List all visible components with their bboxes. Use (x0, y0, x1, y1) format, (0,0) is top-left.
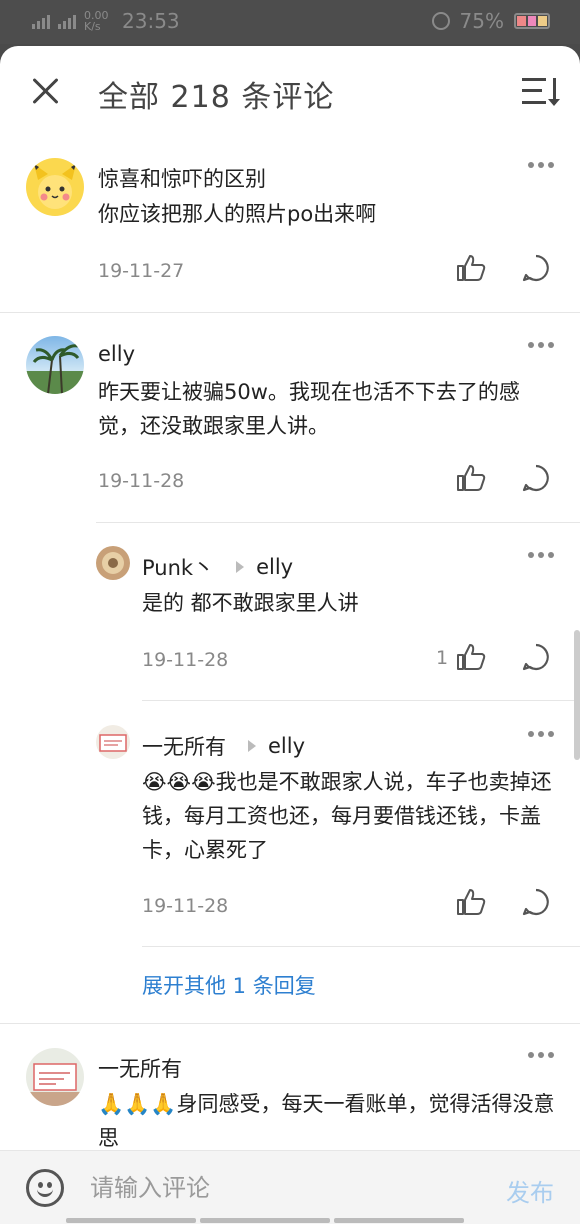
battery-icon (514, 13, 550, 29)
nav-gesture-bar (0, 1218, 580, 1224)
signal-icon-2 (58, 13, 76, 29)
clock: 23:53 (122, 9, 180, 33)
send-button[interactable]: 发布 (506, 1173, 554, 1208)
more-options-icon[interactable] (528, 1052, 556, 1062)
avatar[interactable] (26, 1048, 84, 1106)
comment-author[interactable]: 一无所有 (98, 1053, 182, 1083)
comment-text: 🙏🙏🙏身同感受，每天一看账单，觉得活得没意思 (98, 1092, 555, 1150)
net-speed: 0.00 K/s (84, 9, 109, 33)
emoji-icon[interactable] (26, 1169, 64, 1207)
comment-item: 一无所有 🙏🙏🙏身同感受，每天一看账单，觉得活得没意思 (0, 46, 580, 1150)
comments-sheet: 全部 218 条评论 惊喜和惊吓的区别 你应该把那人的照片po出来啊 19-11… (0, 46, 580, 1224)
battery-percent: 75% (459, 9, 504, 33)
alarm-icon (431, 12, 450, 30)
signal-icon (32, 13, 50, 29)
comment-input-bar: 发布 (0, 1150, 580, 1224)
scrollbar[interactable] (574, 630, 580, 760)
comment-input[interactable] (90, 1165, 480, 1211)
status-bar: 0.00 K/s 23:53 75% (0, 0, 580, 44)
